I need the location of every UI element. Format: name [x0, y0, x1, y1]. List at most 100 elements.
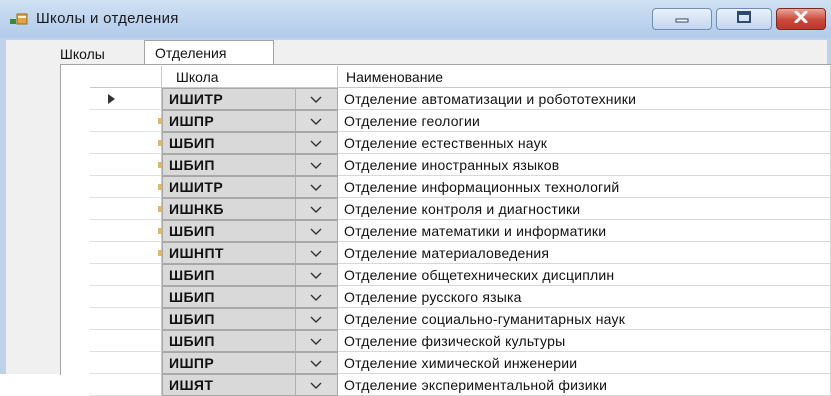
department-name-cell[interactable]: Отделение русского языка: [338, 286, 831, 308]
school-combobox[interactable]: ИШПР: [162, 352, 338, 374]
combobox-dropdown-button[interactable]: [295, 265, 337, 285]
close-button[interactable]: [776, 8, 826, 30]
chevron-down-icon: [310, 382, 322, 389]
table-row[interactable]: ИШИТР Отделение автоматизации и робототех…: [90, 88, 831, 110]
chevron-down-icon: [310, 206, 322, 213]
row-header[interactable]: [90, 352, 162, 374]
row-header[interactable]: [90, 374, 162, 396]
school-combobox[interactable]: ИШНКБ: [162, 198, 338, 220]
department-name-cell[interactable]: Отделение контроля и диагностики: [338, 198, 831, 220]
cell-edge-marker: [158, 250, 162, 256]
row-header[interactable]: [90, 308, 162, 330]
school-combobox[interactable]: ИШЯТ: [162, 374, 338, 396]
department-name-cell[interactable]: Отделение общетехнических дисциплин: [338, 264, 831, 286]
table-row[interactable]: ИШЯТ Отделение экспериментальной физики: [90, 374, 831, 396]
row-header[interactable]: [90, 110, 162, 132]
combobox-dropdown-button[interactable]: [295, 199, 337, 219]
table-row[interactable]: ШБИП Отделение русского языка: [90, 286, 831, 308]
department-name-cell[interactable]: Отделение математики и информатики: [338, 220, 831, 242]
school-combobox-value: ШБИП: [169, 157, 215, 173]
table-row[interactable]: ИШНКБ Отделение контроля и диагностики: [90, 198, 831, 220]
department-name-cell[interactable]: Отделение информационных технологий: [338, 176, 831, 198]
department-name-cell[interactable]: Отделение химической инженерии: [338, 352, 831, 374]
cell-edge-marker: [158, 184, 162, 190]
combobox-dropdown-button[interactable]: [295, 243, 337, 263]
department-name-cell[interactable]: Отделение автоматизации и робототехники: [338, 88, 831, 110]
table-row[interactable]: ИШНПТ Отделение материаловедения: [90, 242, 831, 264]
table-row[interactable]: ШБИП Отделение социально-гуманитарных нау…: [90, 308, 831, 330]
tab-departments[interactable]: Отделения: [144, 40, 274, 66]
row-header[interactable]: [90, 242, 162, 264]
window-app-icon[interactable]: [10, 12, 28, 26]
row-header[interactable]: [90, 132, 162, 154]
school-combobox-value: ИШИТР: [169, 179, 224, 195]
maximize-button[interactable]: [716, 8, 772, 30]
combobox-dropdown-button[interactable]: [295, 375, 337, 395]
column-header-school[interactable]: Школа: [162, 66, 338, 88]
combobox-dropdown-button[interactable]: [295, 89, 337, 109]
cell-edge-marker: [158, 162, 162, 168]
school-combobox-value: ИШЯТ: [169, 377, 214, 393]
row-header-corner[interactable]: [90, 66, 162, 88]
department-name-cell[interactable]: Отделение физической культуры: [338, 330, 831, 352]
departments-grid[interactable]: Школа Наименование ИШИТР Отделение автома…: [90, 66, 831, 396]
combobox-dropdown-button[interactable]: [295, 353, 337, 373]
school-combobox[interactable]: ИШПР: [162, 110, 338, 132]
school-combobox[interactable]: ШБИП: [162, 264, 338, 286]
combobox-dropdown-button[interactable]: [295, 111, 337, 131]
department-name-cell[interactable]: Отделение геологии: [338, 110, 831, 132]
school-combobox[interactable]: ШБИП: [162, 220, 338, 242]
school-combobox-value: ШБИП: [169, 135, 215, 151]
maximize-icon: [737, 10, 751, 28]
school-combobox[interactable]: ШБИП: [162, 286, 338, 308]
table-row[interactable]: ШБИП Отделение математики и информатики: [90, 220, 831, 242]
combobox-dropdown-button[interactable]: [295, 309, 337, 329]
combobox-dropdown-button[interactable]: [295, 331, 337, 351]
chevron-down-icon: [310, 118, 322, 125]
school-combobox[interactable]: ШБИП: [162, 132, 338, 154]
row-header[interactable]: [90, 264, 162, 286]
table-row[interactable]: ШБИП Отделение естественных наук: [90, 132, 831, 154]
school-combobox[interactable]: ШБИП: [162, 330, 338, 352]
table-row[interactable]: ИШПР Отделение химической инженерии: [90, 352, 831, 374]
school-combobox-value: ШБИП: [169, 311, 215, 327]
row-pointer-icon: [108, 94, 115, 104]
chevron-down-icon: [310, 184, 322, 191]
row-header[interactable]: [90, 286, 162, 308]
school-combobox[interactable]: ШБИП: [162, 308, 338, 330]
department-name-cell[interactable]: Отделение иностранных языков: [338, 154, 831, 176]
department-name-cell[interactable]: Отделение материаловедения: [338, 242, 831, 264]
school-combobox[interactable]: ИШИТР: [162, 88, 338, 110]
combobox-dropdown-button[interactable]: [295, 221, 337, 241]
table-row[interactable]: ШБИП Отделение физической культуры: [90, 330, 831, 352]
column-header-name[interactable]: Наименование: [338, 66, 831, 88]
school-combobox-value: ИШНПТ: [169, 245, 224, 261]
school-combobox[interactable]: ШБИП: [162, 154, 338, 176]
combobox-dropdown-button[interactable]: [295, 133, 337, 153]
table-row[interactable]: ШБИП Отделение общетехнических дисциплин: [90, 264, 831, 286]
combobox-dropdown-button[interactable]: [295, 155, 337, 175]
combobox-dropdown-button[interactable]: [295, 287, 337, 307]
cell-edge-marker: [158, 206, 162, 212]
department-name-cell[interactable]: Отделение естественных наук: [338, 132, 831, 154]
combobox-dropdown-button[interactable]: [295, 177, 337, 197]
minimize-button[interactable]: [652, 8, 712, 30]
row-header[interactable]: [90, 154, 162, 176]
school-combobox-value: ШБИП: [169, 267, 215, 283]
table-row[interactable]: ИШПР Отделение геологии: [90, 110, 831, 132]
row-header[interactable]: [90, 198, 162, 220]
tab-schools[interactable]: Школы: [52, 44, 138, 64]
department-name-cell[interactable]: Отделение социально-гуманитарных наук: [338, 308, 831, 330]
school-combobox-value: ИШИТР: [169, 91, 224, 107]
table-row[interactable]: ШБИП Отделение иностранных языков: [90, 154, 831, 176]
row-header[interactable]: [90, 88, 162, 110]
chevron-down-icon: [310, 162, 322, 169]
chevron-down-icon: [310, 228, 322, 235]
row-header[interactable]: [90, 176, 162, 198]
school-combobox[interactable]: ИШНПТ: [162, 242, 338, 264]
table-row[interactable]: ИШИТР Отделение информационных технологий: [90, 176, 831, 198]
row-header[interactable]: [90, 220, 162, 242]
department-name-cell[interactable]: Отделение экспериментальной физики: [338, 374, 831, 396]
row-header[interactable]: [90, 330, 162, 352]
school-combobox[interactable]: ИШИТР: [162, 176, 338, 198]
